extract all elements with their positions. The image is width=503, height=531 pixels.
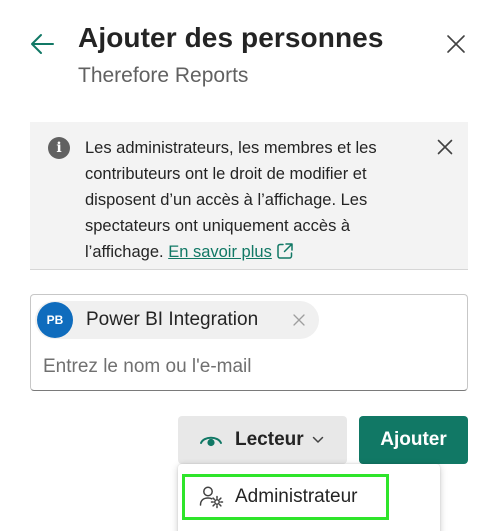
role-menu-item-administrator[interactable]: Administrateur bbox=[182, 474, 389, 520]
close-button[interactable] bbox=[440, 28, 472, 60]
role-menu: Administrateur bbox=[178, 464, 440, 531]
add-button[interactable]: Ajouter bbox=[359, 416, 468, 464]
person-chip: PB Power BI Integration bbox=[35, 301, 319, 339]
close-icon bbox=[447, 35, 465, 53]
arrow-left-icon bbox=[31, 34, 54, 54]
dismiss-icon bbox=[293, 314, 305, 326]
avatar: PB bbox=[37, 302, 73, 338]
info-text: Les administrateurs, les membres et les … bbox=[85, 135, 415, 265]
remove-person-button[interactable] bbox=[291, 312, 307, 328]
chevron-down-icon bbox=[312, 436, 323, 443]
person-chip-label: Power BI Integration bbox=[86, 309, 259, 330]
people-picker: PB Power BI Integration bbox=[30, 294, 468, 391]
open-external-icon bbox=[277, 243, 293, 259]
info-close-button[interactable] bbox=[432, 134, 458, 160]
page-title: Ajouter des personnes bbox=[78, 22, 384, 53]
role-label: Lecteur bbox=[235, 429, 304, 450]
close-icon bbox=[437, 139, 453, 155]
page-subtitle: Therefore Reports bbox=[78, 64, 249, 87]
back-button[interactable] bbox=[26, 28, 58, 60]
role-menu-item-label: Administrateur bbox=[235, 486, 358, 507]
role-dropdown-button[interactable]: Lecteur bbox=[178, 416, 347, 464]
eye-icon bbox=[200, 436, 222, 447]
people-search-input[interactable] bbox=[43, 353, 453, 381]
info-banner: i Les administrateurs, les membres et le… bbox=[30, 122, 468, 270]
admin-icon bbox=[199, 486, 224, 509]
learn-more-label: En savoir plus bbox=[168, 243, 272, 261]
info-icon: i bbox=[48, 137, 70, 159]
learn-more-link[interactable]: En savoir plus bbox=[168, 243, 294, 261]
